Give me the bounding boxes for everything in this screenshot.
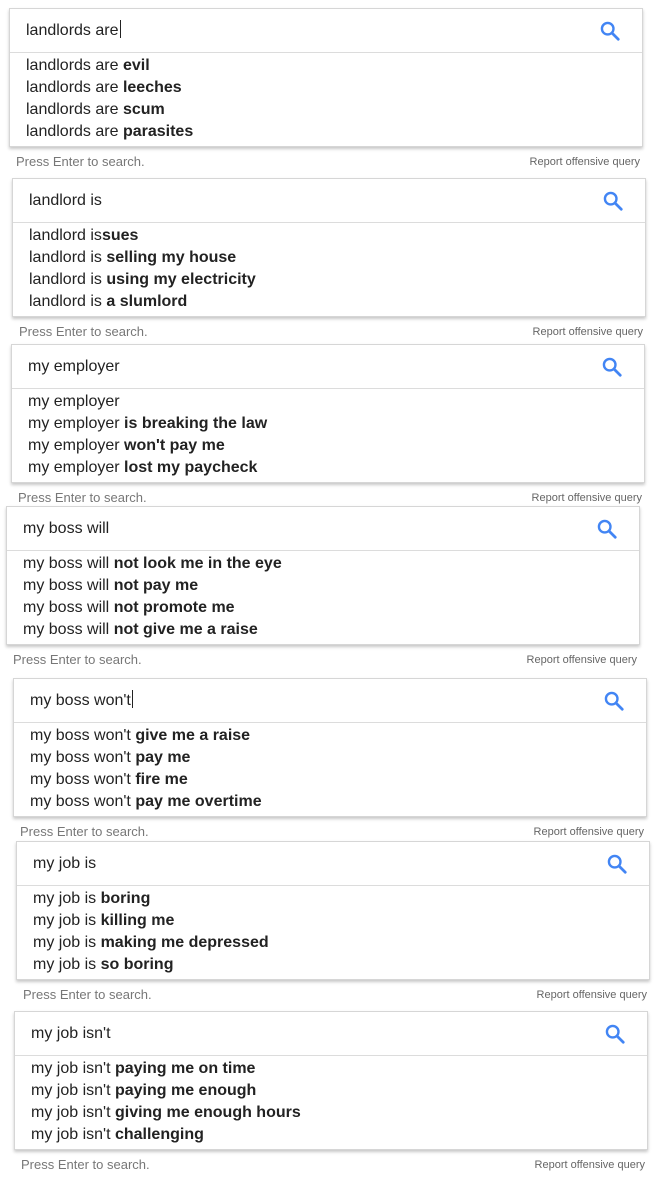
suggestion-item[interactable]: my job isn't giving me enough hours (15, 1102, 647, 1124)
search-box: my job is my job is boring my job is kil… (16, 841, 650, 980)
search-icon[interactable] (599, 20, 621, 42)
report-offensive-link[interactable]: Report offensive query (530, 156, 640, 168)
search-panel: my job is my job is boring my job is kil… (16, 841, 650, 1007)
search-box: landlords are landlords are evil landlor… (9, 8, 643, 147)
report-offensive-link[interactable]: Report offensive query (532, 492, 642, 504)
text-caret (119, 20, 121, 38)
suggestion-item[interactable]: my employer (12, 391, 644, 413)
suggestion-item[interactable]: landlord is selling my house (13, 247, 645, 269)
search-panel: landlords are landlords are evil landlor… (9, 8, 643, 174)
suggestion-list: my employer my employer is breaking the … (12, 389, 644, 482)
suggestion-item[interactable]: landlord is using my electricity (13, 269, 645, 291)
search-footer: Press Enter to search. Report offensive … (14, 1155, 646, 1177)
suggestion-item[interactable]: my job isn't paying me on time (15, 1058, 647, 1080)
search-input[interactable]: landlords are (10, 9, 642, 53)
search-box: landlord is landlord issues landlord is … (12, 178, 646, 317)
search-input[interactable]: my job isn't (15, 1012, 647, 1056)
search-query-text: my boss will (23, 520, 110, 537)
search-footer: Press Enter to search. Report offensive … (9, 152, 641, 174)
report-offensive-link[interactable]: Report offensive query (534, 826, 644, 838)
search-query-text: my job isn't (31, 1025, 111, 1042)
search-query-text: my employer (28, 358, 120, 375)
suggestion-item[interactable]: landlord issues (13, 225, 645, 247)
suggestion-list: my boss won't give me a raise my boss wo… (14, 723, 646, 816)
search-query-text: my boss won't (30, 690, 133, 709)
search-panel: my boss will my boss will not look me in… (6, 506, 640, 672)
search-query-text: landlords are (26, 20, 121, 39)
report-offensive-link[interactable]: Report offensive query (527, 654, 637, 666)
suggestion-item[interactable]: my boss won't give me a raise (14, 725, 646, 747)
search-icon[interactable] (604, 1023, 626, 1045)
press-enter-hint: Press Enter to search. (18, 490, 147, 505)
suggestion-item[interactable]: my boss will not promote me (7, 597, 639, 619)
suggestion-item[interactable]: my job isn't paying me enough (15, 1080, 647, 1102)
suggestion-item[interactable]: my boss will not pay me (7, 575, 639, 597)
search-icon[interactable] (606, 853, 628, 875)
suggestion-item[interactable]: landlords are scum (10, 99, 642, 121)
search-input[interactable]: my job is (17, 842, 649, 886)
suggestion-list: my job isn't paying me on time my job is… (15, 1056, 647, 1149)
search-box: my boss won't my boss won't give me a ra… (13, 678, 647, 817)
press-enter-hint: Press Enter to search. (20, 824, 149, 839)
search-box: my employer my employer my employer is b… (11, 344, 645, 483)
suggestion-item[interactable]: my employer won't pay me (12, 435, 644, 457)
press-enter-hint: Press Enter to search. (16, 154, 145, 169)
report-offensive-link[interactable]: Report offensive query (533, 326, 643, 338)
suggestion-item[interactable]: my boss won't fire me (14, 769, 646, 791)
suggestion-item[interactable]: my job isn't challenging (15, 1124, 647, 1146)
suggestion-item[interactable]: my boss won't pay me (14, 747, 646, 769)
search-query-text: landlord is (29, 192, 102, 209)
search-footer: Press Enter to search. Report offensive … (12, 322, 644, 344)
suggestion-item[interactable]: landlords are parasites (10, 121, 642, 143)
suggestion-item[interactable]: my job is killing me (17, 910, 649, 932)
search-input[interactable]: landlord is (13, 179, 645, 223)
search-footer: Press Enter to search. Report offensive … (6, 650, 638, 672)
suggestion-item[interactable]: my boss will not look me in the eye (7, 553, 639, 575)
suggestion-list: my boss will not look me in the eye my b… (7, 551, 639, 644)
press-enter-hint: Press Enter to search. (21, 1157, 150, 1172)
search-icon[interactable] (596, 518, 618, 540)
suggestion-item[interactable]: my job is making me depressed (17, 932, 649, 954)
search-box: my job isn't my job isn't paying me on t… (14, 1011, 648, 1150)
search-icon[interactable] (601, 356, 623, 378)
suggestion-item[interactable]: my employer lost my paycheck (12, 457, 644, 479)
search-panel: my employer my employer my employer is b… (11, 344, 645, 510)
suggestion-item[interactable]: my employer is breaking the law (12, 413, 644, 435)
suggestion-item[interactable]: my boss won't pay me overtime (14, 791, 646, 813)
search-input[interactable]: my boss won't (14, 679, 646, 723)
search-icon[interactable] (602, 190, 624, 212)
press-enter-hint: Press Enter to search. (13, 652, 142, 667)
suggestion-list: landlords are evil landlords are leeches… (10, 53, 642, 146)
suggestion-list: landlord issues landlord is selling my h… (13, 223, 645, 316)
report-offensive-link[interactable]: Report offensive query (537, 989, 647, 1001)
search-panel: my job isn't my job isn't paying me on t… (14, 1011, 648, 1177)
suggestion-item[interactable]: my job is boring (17, 888, 649, 910)
search-panel: landlord is landlord issues landlord is … (12, 178, 646, 344)
search-footer: Press Enter to search. Report offensive … (16, 985, 648, 1007)
suggestion-item[interactable]: landlord is a slumlord (13, 291, 645, 313)
search-box: my boss will my boss will not look me in… (6, 506, 640, 645)
suggestion-item[interactable]: my job is so boring (17, 954, 649, 976)
press-enter-hint: Press Enter to search. (23, 987, 152, 1002)
report-offensive-link[interactable]: Report offensive query (535, 1159, 645, 1171)
search-input[interactable]: my boss will (7, 507, 639, 551)
search-panel: my boss won't my boss won't give me a ra… (13, 678, 647, 844)
suggestion-item[interactable]: landlords are leeches (10, 77, 642, 99)
suggestion-list: my job is boring my job is killing me my… (17, 886, 649, 979)
suggestion-item[interactable]: landlords are evil (10, 55, 642, 77)
suggestion-item[interactable]: my boss will not give me a raise (7, 619, 639, 641)
press-enter-hint: Press Enter to search. (19, 324, 148, 339)
search-input[interactable]: my employer (12, 345, 644, 389)
text-caret (131, 690, 133, 708)
search-icon[interactable] (603, 690, 625, 712)
search-query-text: my job is (33, 855, 97, 872)
